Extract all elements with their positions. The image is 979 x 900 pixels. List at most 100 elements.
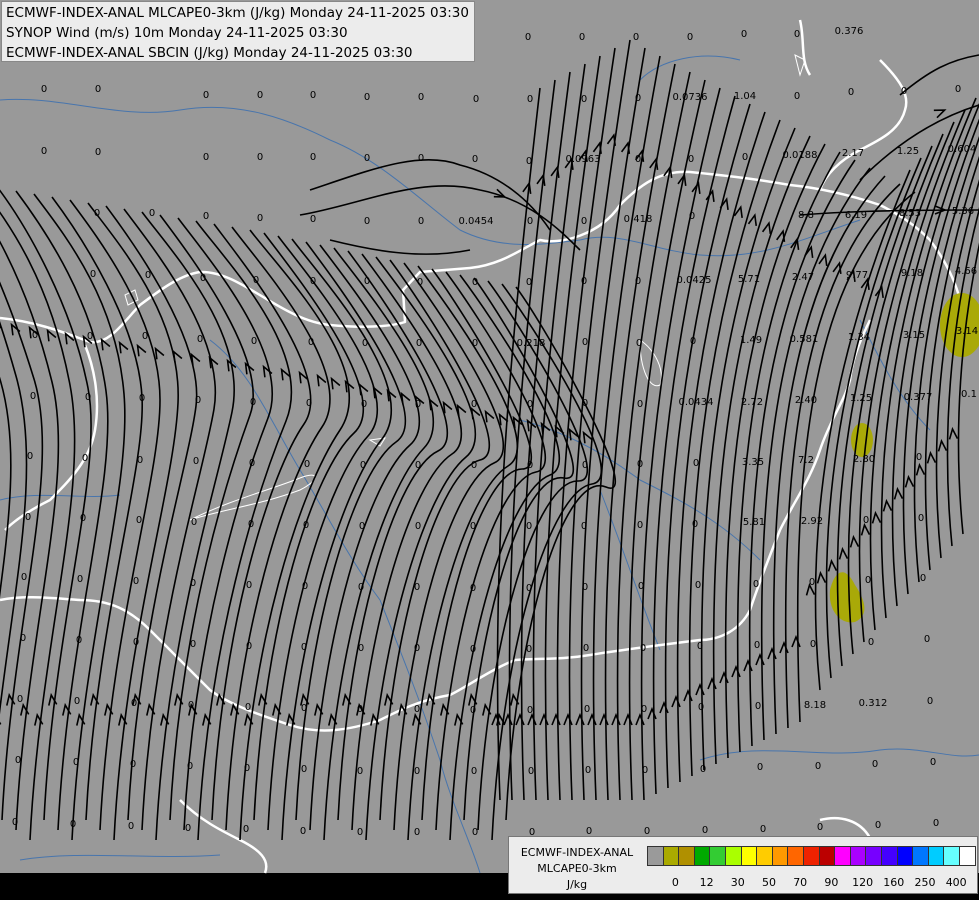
- cin-value: 7.2: [798, 455, 814, 466]
- cin-value: 0: [585, 765, 591, 776]
- cin-value: 0: [472, 827, 478, 838]
- cin-value: 0: [579, 32, 585, 43]
- cin-value: 0: [362, 338, 368, 349]
- cin-value: 0: [927, 696, 933, 707]
- cin-value: 9.18: [901, 268, 923, 279]
- cin-value: 0: [955, 84, 961, 95]
- legend-swatch: [756, 846, 773, 866]
- cin-value: 0: [414, 704, 420, 715]
- cin-value: 0: [633, 32, 639, 43]
- cin-value: 0: [80, 513, 86, 524]
- cin-value: 0: [471, 399, 477, 410]
- cin-value: 0: [133, 576, 139, 587]
- cin-value: 0: [527, 705, 533, 716]
- cin-value: 0: [581, 94, 587, 105]
- cin-value: 0: [359, 521, 365, 532]
- cin-value: 0.418: [624, 214, 653, 225]
- cin-value: 3.14: [956, 326, 978, 337]
- cin-value: 0: [136, 515, 142, 526]
- legend-swatch: [865, 846, 882, 866]
- cin-value: 0: [582, 460, 588, 471]
- legend-swatch: [740, 846, 758, 866]
- cin-value: 0: [526, 277, 532, 288]
- cin-value: 0: [304, 459, 310, 470]
- legend-swatch: [693, 846, 711, 866]
- title-line-wind: SYNOP Wind (m/s) 10m Monday 24-11-2025 0…: [6, 25, 348, 41]
- cin-value: 0: [472, 277, 478, 288]
- cin-value: 0: [635, 276, 641, 287]
- cin-value: 0: [414, 582, 420, 593]
- cin-value: 0: [638, 581, 644, 592]
- cin-value: 0: [21, 572, 27, 583]
- cin-value: 2.40: [795, 395, 817, 406]
- cin-value: 0: [190, 578, 196, 589]
- cin-value: 0: [930, 757, 936, 768]
- cin-value: 0: [310, 214, 316, 225]
- cin-value: 0: [470, 644, 476, 655]
- cin-value: 0: [300, 826, 306, 837]
- legend-tick: 120: [852, 876, 874, 889]
- cin-value: 8.8: [798, 210, 814, 221]
- cin-value: 0: [582, 582, 588, 593]
- cin-value: 0: [418, 216, 424, 227]
- cin-value: 0: [41, 84, 47, 95]
- cin-value: 0: [472, 154, 478, 165]
- cin-value: 0: [85, 392, 91, 403]
- cin-value: 0: [693, 458, 699, 469]
- cin-value: 0: [916, 452, 922, 463]
- cin-value: 0: [414, 643, 420, 654]
- legend-swatch: [927, 846, 945, 866]
- cin-value: 0: [753, 579, 759, 590]
- cin-value: 0.581: [790, 334, 819, 345]
- cin-value: 0: [582, 398, 588, 409]
- cin-value: 8.18: [804, 700, 826, 711]
- legend-swatch: [709, 846, 726, 866]
- cin-value: 4.66: [955, 266, 977, 277]
- cin-value: 0.376: [835, 26, 864, 37]
- cin-value: 0: [692, 519, 698, 530]
- cin-value: 0: [246, 641, 252, 652]
- cin-value: 0: [142, 331, 148, 342]
- cin-value: 0: [149, 208, 155, 219]
- cin-value: 0: [246, 580, 252, 591]
- cin-value: 0: [25, 512, 31, 523]
- colorbar-legend: ECMWF-INDEX-ANAL MLCAPE0-3km J/kg 0 12 30 5…: [508, 836, 978, 894]
- legend-swatch: [678, 846, 695, 866]
- cin-value: 0: [364, 92, 370, 103]
- cin-value: 0: [357, 766, 363, 777]
- cin-value: 0: [358, 582, 364, 593]
- cin-value: 0: [470, 583, 476, 594]
- cin-value: 0: [95, 84, 101, 95]
- cin-value: 0: [245, 702, 251, 713]
- cin-value: 0: [527, 460, 533, 471]
- cin-value: 0: [810, 639, 816, 650]
- cin-value: 0: [418, 92, 424, 103]
- title-box: ECMWF-INDEX-ANAL MLCAPE0-3km (J/kg) Mond…: [1, 1, 475, 62]
- cin-value: 0: [868, 637, 874, 648]
- legend-swatch: [881, 846, 898, 866]
- cin-value: 0: [757, 762, 763, 773]
- cin-value: 5.36: [952, 206, 974, 217]
- cin-value: 0: [417, 277, 423, 288]
- cin-value: 0: [257, 213, 263, 224]
- cin-value: 0: [203, 211, 209, 222]
- cin-value: 0: [361, 399, 367, 410]
- cin-value: 0: [253, 275, 259, 286]
- cin-value: 2.92: [801, 516, 823, 527]
- cin-value: 0: [414, 766, 420, 777]
- cin-value: 0: [640, 643, 646, 654]
- cin-value: 1.25: [850, 393, 872, 404]
- cin-value: 0: [526, 156, 532, 167]
- cin-value: 0: [357, 704, 363, 715]
- cin-value: 0: [133, 637, 139, 648]
- cin-value: 1.04: [734, 91, 756, 102]
- cin-value: 0: [635, 93, 641, 104]
- cin-value: 0: [527, 94, 533, 105]
- title-line-mlcape: ECMWF-INDEX-ANAL MLCAPE0-3km (J/kg) Mond…: [6, 5, 469, 21]
- cin-value: 0: [700, 764, 706, 775]
- cin-value: 0: [525, 32, 531, 43]
- cin-value: 0: [251, 336, 257, 347]
- legend-swatch: [803, 846, 820, 866]
- cin-value: 0: [933, 818, 939, 829]
- cin-value: 0: [360, 460, 366, 471]
